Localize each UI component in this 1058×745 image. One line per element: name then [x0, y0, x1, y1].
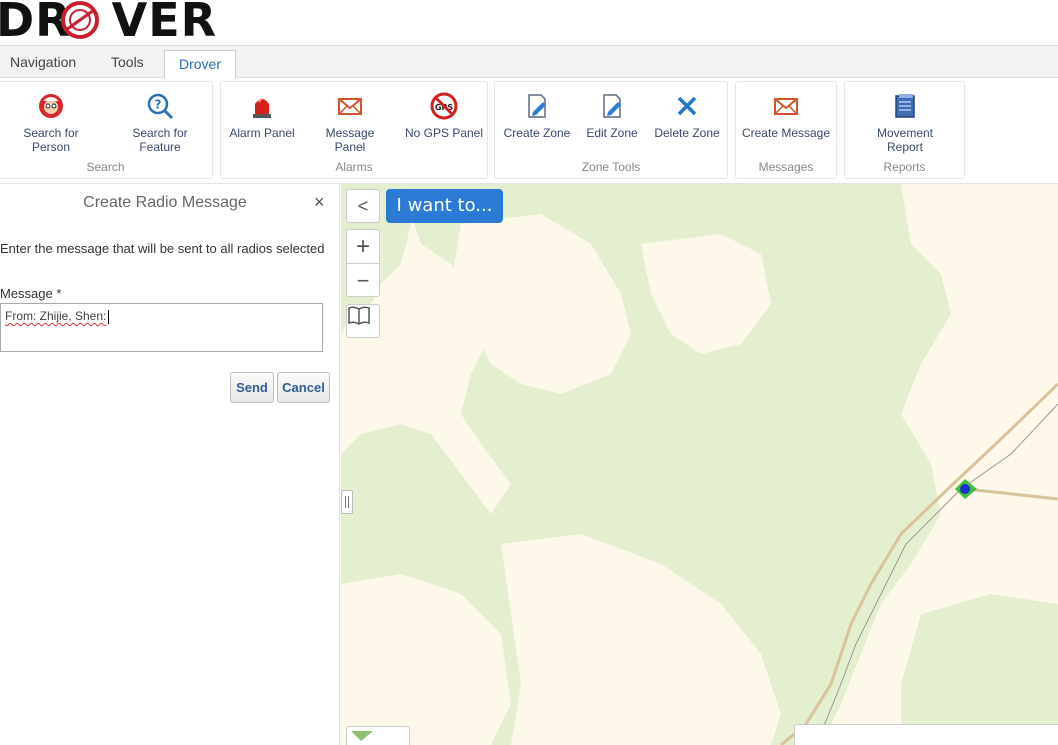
ribbon-group-messages: Create Message Messages	[735, 81, 837, 179]
x-icon	[677, 96, 697, 116]
tab-navigation[interactable]: Navigation	[10, 54, 76, 70]
zoom-out-button[interactable]: −	[346, 264, 380, 297]
create-zone-button[interactable]: Create Zone	[501, 92, 573, 140]
siren-icon	[253, 98, 271, 118]
magnifier-question-icon: ?	[147, 93, 174, 120]
message-text: From: Zhijie, Shen:	[5, 309, 107, 323]
header-bar: DR VER	[0, 0, 1058, 45]
i-want-to-button[interactable]: I want to...	[386, 189, 503, 223]
open-book-icon	[348, 306, 370, 325]
ribbon-group-messages-label: Messages	[758, 160, 814, 174]
ribbon-group-zone-tools: Create Zone Edit Zone Delete Zone Zone T…	[494, 81, 728, 179]
tab-tools[interactable]: Tools	[111, 54, 144, 70]
ribbon-group-alarms: Alarm Panel Message Panel GPS No GPS Pan…	[220, 81, 488, 179]
svg-text:?: ?	[155, 98, 162, 112]
ribbon-toolbar: Search for Person ? Search for Feature S…	[0, 78, 1058, 184]
panel-title: Create Radio Message	[83, 194, 247, 211]
message-panel-button[interactable]: Message Panel	[309, 92, 391, 154]
send-button[interactable]: Send	[230, 372, 274, 403]
ribbon-group-zone-tools-label: Zone Tools	[581, 160, 641, 174]
message-panel-label: Message Panel	[325, 126, 375, 154]
ribbon-group-reports-label: Reports	[883, 160, 926, 174]
panel-resize-handle[interactable]	[341, 490, 353, 514]
chevron-left-icon: <	[357, 195, 369, 216]
doc-pen-icon	[528, 94, 546, 118]
cancel-button[interactable]: Cancel	[277, 372, 330, 403]
alarm-panel-label: Alarm Panel	[229, 126, 295, 140]
tab-drover[interactable]: Drover	[164, 50, 237, 78]
create-message-button[interactable]: Create Message	[740, 92, 832, 140]
edit-zone-label: Edit Zone	[586, 126, 638, 140]
forest-area	[901, 594, 1058, 745]
no-gps-icon: GPS	[430, 92, 458, 120]
app-logo: DR VER	[0, 0, 218, 47]
bookmark-button[interactable]	[346, 304, 380, 338]
ribbon-group-search: Search for Person ? Search for Feature S…	[0, 81, 213, 179]
panel-description: Enter the message that will be sent to a…	[0, 241, 325, 256]
search-feature-label: Search for Feature	[132, 126, 188, 154]
report-icon	[895, 94, 915, 118]
overview-panel	[794, 724, 1058, 745]
map-canvas	[341, 184, 1058, 745]
ribbon-group-search-label: Search	[86, 160, 125, 174]
zoom-controls: + −	[346, 229, 380, 297]
basemap-thumbnail-icon	[351, 731, 373, 741]
create-message-label: Create Message	[741, 126, 831, 140]
land-clearing	[941, 184, 1058, 514]
search-feature-button[interactable]: ? Search for Feature	[120, 92, 200, 154]
collapse-panel-button[interactable]: <	[346, 189, 380, 223]
ribbon-group-reports: Movement Report Reports	[844, 81, 965, 179]
create-zone-label: Create Zone	[503, 126, 571, 140]
delete-zone-label: Delete Zone	[654, 126, 720, 140]
message-textarea[interactable]: From: Zhijie, Shen:	[0, 303, 323, 352]
vehicle-marker-icon[interactable]	[955, 479, 977, 499]
envelope-icon	[338, 98, 362, 115]
doc-pen-icon	[603, 94, 621, 118]
logo-o-icon	[61, 1, 99, 39]
search-person-button[interactable]: Search for Person	[11, 92, 91, 154]
delete-zone-button[interactable]: Delete Zone	[651, 92, 723, 140]
close-icon[interactable]: ×	[314, 192, 325, 213]
basemap-switcher[interactable]	[346, 726, 410, 745]
create-radio-message-panel: Create Radio Message × Enter the message…	[0, 184, 340, 745]
zoom-in-button[interactable]: +	[346, 230, 380, 264]
ribbon-group-alarms-label: Alarms	[335, 160, 373, 174]
movement-report-button[interactable]: Movement Report	[869, 92, 941, 154]
alarm-panel-button[interactable]: Alarm Panel	[225, 92, 299, 140]
text-caret	[108, 309, 110, 324]
movement-report-label: Movement Report	[876, 126, 934, 154]
no-gps-panel-label: No GPS Panel	[404, 126, 484, 140]
edit-zone-button[interactable]: Edit Zone	[579, 92, 645, 140]
search-person-label: Search for Person	[23, 126, 79, 154]
message-field-label: Message *	[0, 286, 62, 301]
main-tab-bar: Navigation Tools Drover	[0, 45, 1058, 78]
wally-icon	[39, 94, 63, 118]
no-gps-panel-button[interactable]: GPS No GPS Panel	[404, 92, 484, 140]
envelope-icon	[774, 98, 798, 115]
map-view[interactable]: < I want to... + −	[341, 184, 1058, 745]
